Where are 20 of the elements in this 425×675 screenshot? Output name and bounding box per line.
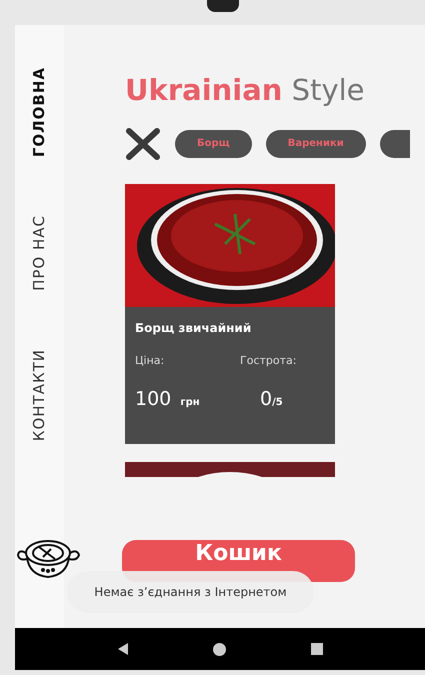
- nav-tab[interactable]: ГОЛОВНА: [28, 67, 51, 158]
- price-value: 100: [135, 388, 172, 410]
- currency-label: грн: [180, 397, 200, 408]
- dish-name: Борщ звичайний: [135, 320, 252, 337]
- soup-pot-icon: [15, 537, 82, 581]
- price-label: Ціна:: [135, 352, 166, 369]
- close-icon[interactable]: [125, 128, 161, 160]
- spiciness-label: Гострота:: [240, 352, 296, 369]
- back-icon[interactable]: [117, 643, 130, 655]
- camera-notch: [207, 0, 239, 12]
- spiciness-value: 0: [260, 388, 272, 410]
- app-title: Ukrainian Style: [125, 73, 366, 108]
- toast-message: Немає з’єднання з Інтернетом: [67, 571, 314, 613]
- dish-card[interactable]: Борщ звичайний Ціна: Гострота: 100 грн 0/5: [125, 184, 335, 444]
- home-icon[interactable]: [213, 642, 226, 656]
- spiciness-max: /5: [272, 397, 283, 408]
- nav-tab[interactable]: ПРО НАС: [28, 215, 51, 292]
- nav-tab[interactable]: КОНТАКТИ: [28, 349, 51, 442]
- category-chip[interactable]: [380, 130, 410, 158]
- recents-icon[interactable]: [310, 643, 323, 655]
